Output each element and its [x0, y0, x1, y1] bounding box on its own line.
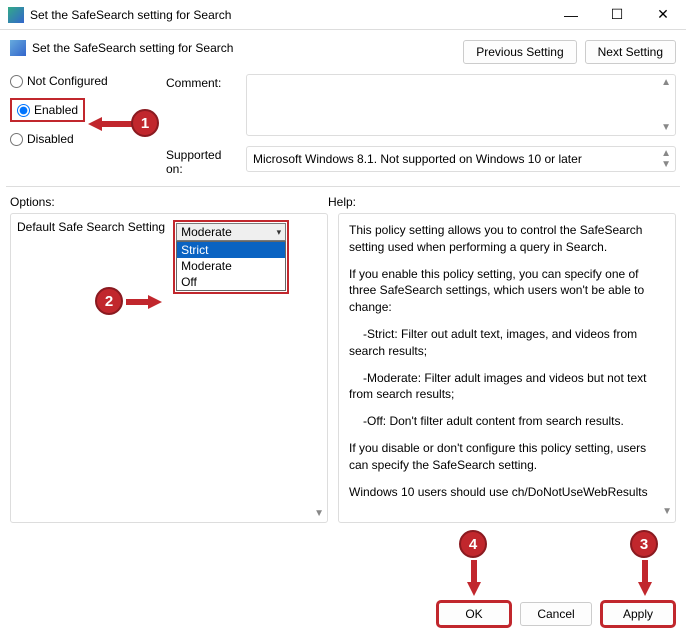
- scroll-up-icon[interactable]: ▲: [661, 77, 671, 88]
- panes: Default Safe Search Setting Moderate ▾ S…: [0, 213, 686, 523]
- safesearch-combobox[interactable]: Moderate ▾: [176, 223, 286, 241]
- titlebar: Set the SafeSearch setting for Search — …: [0, 0, 686, 30]
- maximize-button[interactable]: ☐: [594, 0, 640, 30]
- app-icon: [8, 7, 24, 23]
- radio-enabled-label: Enabled: [34, 103, 78, 117]
- annotation-2: 2: [95, 287, 123, 315]
- annotation-1-arrow: [88, 115, 132, 133]
- safesearch-dropdown[interactable]: Strict Moderate Off: [176, 241, 286, 291]
- help-text: If you disable or don't configure this p…: [349, 440, 665, 474]
- dropdown-item-off[interactable]: Off: [177, 274, 285, 290]
- help-label: Help:: [328, 195, 356, 209]
- supported-on-text: Microsoft Windows 8.1. Not supported on …: [253, 152, 582, 166]
- options-label: Options:: [10, 195, 328, 209]
- footer-buttons: OK Cancel Apply: [438, 602, 674, 626]
- dropdown-item-moderate[interactable]: Moderate: [177, 258, 285, 274]
- default-safesearch-label: Default Safe Search Setting: [17, 220, 165, 234]
- annotation-4-arrow: [465, 560, 483, 599]
- radio-enabled-highlight: Enabled: [10, 98, 85, 122]
- dropdown-item-strict[interactable]: Strict: [177, 242, 285, 258]
- options-pane: Default Safe Search Setting Moderate ▾ S…: [10, 213, 328, 523]
- cancel-button[interactable]: Cancel: [520, 602, 592, 626]
- supported-on-box: Microsoft Windows 8.1. Not supported on …: [246, 146, 676, 172]
- comment-textarea[interactable]: ▲ ▼: [246, 74, 676, 136]
- scroll-down-icon[interactable]: ▼: [662, 505, 672, 519]
- radio-disabled-input[interactable]: [10, 133, 23, 146]
- minimize-button[interactable]: —: [548, 0, 594, 30]
- apply-button[interactable]: Apply: [602, 602, 674, 626]
- scroll-down-icon[interactable]: ▼: [661, 122, 671, 133]
- annotation-1: 1: [131, 109, 159, 137]
- help-pane: This policy setting allows you to contro…: [338, 213, 676, 523]
- panes-labels: Options: Help:: [0, 187, 686, 213]
- supported-label: Supported on:: [166, 146, 238, 176]
- ok-button[interactable]: OK: [438, 602, 510, 626]
- help-text: Windows 10 users should use ch/DoNotUseW…: [349, 484, 665, 501]
- header-row: Set the SafeSearch setting for Search Pr…: [0, 30, 686, 70]
- combo-highlight: Moderate ▾ Strict Moderate Off: [173, 220, 289, 294]
- annotation-4: 4: [459, 530, 487, 558]
- scroll-up-icon[interactable]: ▲: [661, 148, 671, 159]
- annotation-3: 3: [630, 530, 658, 558]
- scroll-down-icon[interactable]: ▼: [661, 159, 671, 170]
- help-text: This policy setting allows you to contro…: [349, 222, 665, 256]
- help-text: -Moderate: Filter adult images and video…: [349, 370, 665, 404]
- help-text: -Strict: Filter out adult text, images, …: [349, 326, 665, 360]
- annotation-2-arrow: [126, 293, 162, 314]
- radio-enabled-input[interactable]: [17, 104, 30, 117]
- combobox-value: Moderate: [181, 225, 232, 239]
- radio-disabled-label: Disabled: [27, 132, 74, 146]
- help-text: -Off: Don't filter adult content from se…: [349, 413, 665, 430]
- close-button[interactable]: ✕: [640, 0, 686, 30]
- comment-label: Comment:: [166, 74, 238, 90]
- chevron-down-icon: ▾: [277, 227, 282, 238]
- policy-title: Set the SafeSearch setting for Search: [32, 41, 233, 55]
- previous-setting-button[interactable]: Previous Setting: [463, 40, 576, 64]
- window-title: Set the SafeSearch setting for Search: [30, 8, 548, 22]
- radio-not-configured[interactable]: Not Configured: [10, 74, 150, 88]
- radio-not-configured-input[interactable]: [10, 75, 23, 88]
- radio-not-configured-label: Not Configured: [27, 74, 108, 88]
- policy-icon: [10, 40, 26, 56]
- help-text: If you enable this policy setting, you c…: [349, 266, 665, 316]
- scroll-down-icon[interactable]: ▼: [314, 508, 324, 519]
- next-setting-button[interactable]: Next Setting: [585, 40, 676, 64]
- radio-enabled[interactable]: Enabled: [17, 103, 78, 117]
- radio-disabled[interactable]: Disabled: [10, 132, 150, 146]
- annotation-3-arrow: [636, 560, 654, 599]
